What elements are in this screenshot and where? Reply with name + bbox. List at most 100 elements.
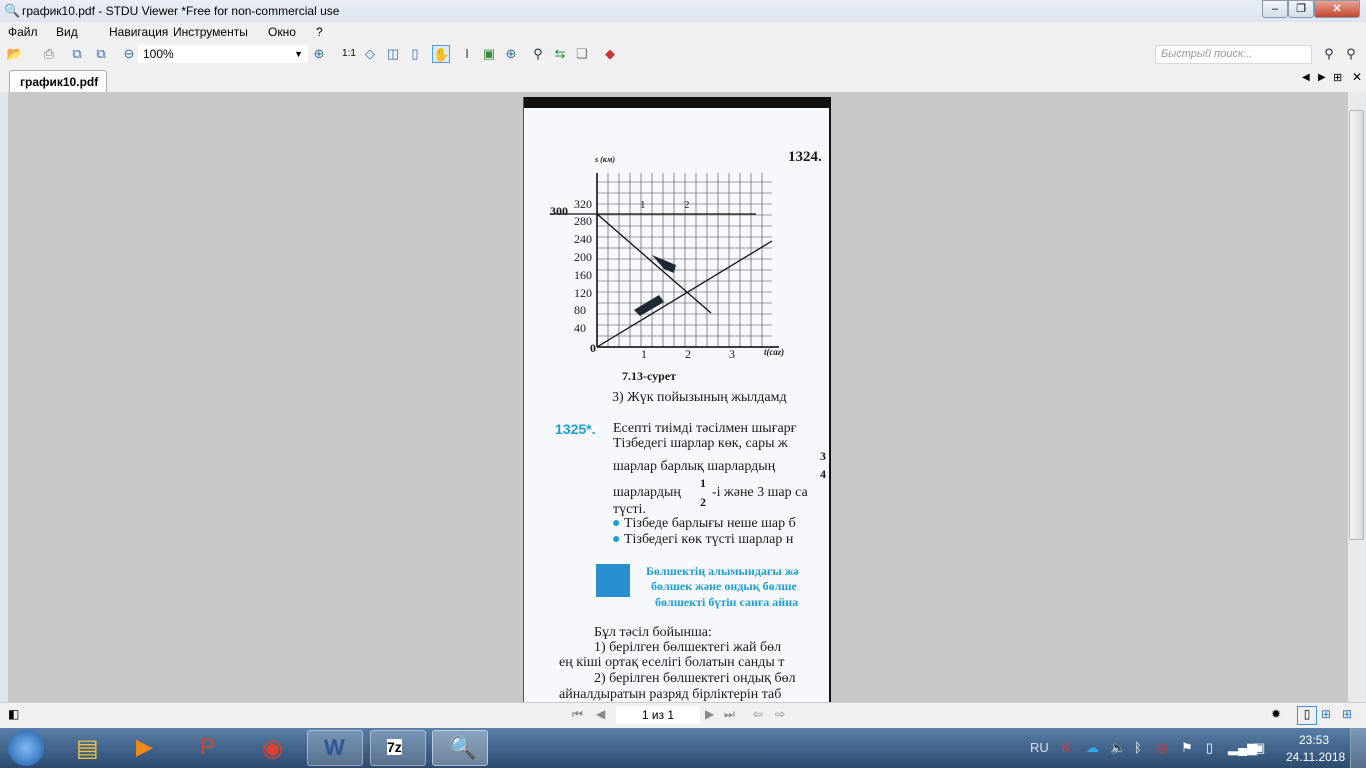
word-icon[interactable]: W bbox=[307, 730, 363, 766]
menu-window[interactable]: Окно bbox=[268, 25, 296, 39]
x-tick: 0 bbox=[590, 341, 596, 355]
quick-search-input[interactable]: Быстрый поиск... bbox=[1155, 45, 1312, 64]
bullet-text: Тізбедегі көк түсті шарлар н bbox=[623, 532, 794, 547]
action-center-icon[interactable]: ⚑ bbox=[1181, 740, 1193, 756]
zoom-select[interactable]: 100% ▼ bbox=[138, 45, 308, 63]
y-tick: 280 bbox=[574, 214, 592, 229]
close-button[interactable]: ✕ bbox=[1314, 0, 1360, 18]
tab-close-icon[interactable]: ✕ bbox=[1352, 70, 1362, 84]
body-text: 2) берілген бөлшектегі ондық бөл bbox=[594, 671, 796, 686]
bullet-text: Тізбеде барлығы неше шар б bbox=[623, 516, 796, 531]
problem-number-1324: 1324. bbox=[788, 149, 822, 165]
zoom-select-icon[interactable]: ⊕ bbox=[502, 45, 520, 63]
text-select-icon[interactable]: I bbox=[458, 45, 476, 63]
zoom-out-icon[interactable]: ⊖ bbox=[120, 45, 138, 63]
zoom-value: 100% bbox=[143, 47, 174, 61]
scrollbar-thumb[interactable] bbox=[1349, 110, 1364, 540]
7zip-icon[interactable]: 7z bbox=[370, 730, 426, 766]
y-tick: 320 bbox=[574, 196, 592, 211]
x-tick: 1 bbox=[641, 347, 647, 361]
book-icon bbox=[596, 564, 630, 597]
menu-view[interactable]: Вид bbox=[56, 25, 78, 39]
chevron-down-icon: ▼ bbox=[294, 49, 303, 59]
menu-navigation[interactable]: Навигация bbox=[109, 25, 168, 39]
menu-tools[interactable]: Инструменты bbox=[173, 25, 248, 39]
clock-time[interactable]: 23:53 bbox=[1299, 733, 1329, 747]
explorer-icon[interactable]: ▤ bbox=[62, 730, 118, 766]
forward-icon[interactable]: ⇨ bbox=[775, 707, 785, 721]
zoom-in-icon[interactable]: ⊕ bbox=[310, 45, 328, 63]
body-text: айналдыратын разряд бірліктерін таб bbox=[559, 687, 782, 702]
stdu-viewer-icon[interactable]: 🔍 bbox=[432, 730, 488, 766]
powerpoint-icon[interactable]: P bbox=[184, 730, 240, 766]
menu-file[interactable]: Файл bbox=[8, 25, 38, 39]
y-tick: 200 bbox=[574, 250, 592, 264]
bullet-icon: ● bbox=[612, 532, 621, 547]
media-player-icon[interactable]: ▶ bbox=[120, 730, 176, 766]
print-icon[interactable]: ⎙ bbox=[40, 45, 58, 63]
brightness-icon[interactable]: ✹ bbox=[1271, 707, 1281, 721]
fit-page-icon[interactable]: ◇ bbox=[361, 45, 379, 63]
y-tick: 40 bbox=[574, 321, 586, 336]
two-page-icon[interactable]: ⊞ bbox=[1321, 707, 1331, 721]
line-label: 2 bbox=[684, 199, 690, 211]
menu-help[interactable]: ? bbox=[316, 25, 323, 39]
line-label: 1 bbox=[640, 199, 646, 211]
swap-icon[interactable]: ⇆ bbox=[551, 45, 569, 63]
fraction-numerator: 1 bbox=[700, 476, 706, 490]
actual-size-button[interactable]: 1:1 bbox=[340, 45, 358, 63]
kaspersky-icon[interactable]: K bbox=[1062, 740, 1071, 755]
problem-text: Есепті тиімді тәсілмен шығарғ bbox=[613, 421, 797, 436]
start-button[interactable] bbox=[8, 730, 44, 766]
clock-date[interactable]: 24.11.2018 bbox=[1286, 750, 1345, 764]
tab-next-icon[interactable]: ▶ bbox=[1318, 72, 1326, 83]
image-select-icon[interactable]: ▣ bbox=[480, 45, 498, 63]
display-icon[interactable]: ▣ bbox=[1253, 740, 1265, 756]
tab-document[interactable]: график10.pdf bbox=[9, 70, 107, 92]
copy-icon[interactable]: ❏ bbox=[573, 45, 591, 63]
x-axis-label: t(сағ) bbox=[764, 347, 785, 357]
page-number-input[interactable]: 1 из 1 bbox=[616, 706, 700, 724]
search-prev-icon[interactable]: ⚲ bbox=[1320, 45, 1338, 63]
y-marker-300: 300 bbox=[550, 204, 568, 218]
pdf-page: s (км) t(сағ) 300 0 1 2 3 1 2 7.13-сурет… bbox=[523, 97, 831, 702]
fit-width-icon[interactable]: ◫ bbox=[384, 45, 402, 63]
last-page-icon[interactable]: ⏭ bbox=[724, 707, 735, 722]
y-tick: 160 bbox=[574, 267, 592, 282]
cloud-icon[interactable]: ☁ bbox=[1086, 740, 1099, 756]
hand-tool-icon[interactable]: ✋ bbox=[432, 45, 450, 63]
maximize-button[interactable]: ❐ bbox=[1288, 0, 1314, 18]
x-tick: 2 bbox=[685, 347, 691, 361]
menu-bar: Файл Вид Навигация Инструменты Окно ? bbox=[0, 22, 1366, 42]
continuous-icon[interactable]: ⊞ bbox=[1342, 707, 1352, 721]
first-page-icon[interactable]: ⏮ bbox=[572, 707, 583, 722]
find-icon[interactable]: ⚲ bbox=[529, 45, 547, 63]
volume-icon[interactable]: 🔈 bbox=[1110, 740, 1126, 756]
app-icon: 🔍 bbox=[4, 3, 21, 18]
prev-page-icon[interactable]: ⧉ bbox=[68, 45, 86, 63]
app-tray-icon[interactable]: ◎ bbox=[1157, 740, 1168, 756]
next-page-icon[interactable]: ▶ bbox=[705, 707, 714, 721]
show-desktop-button[interactable] bbox=[1350, 728, 1366, 768]
single-page-icon[interactable]: ▯ bbox=[1297, 706, 1317, 725]
sidebar-toggle-icon[interactable]: ◧ bbox=[8, 707, 19, 721]
language-indicator[interactable]: RU bbox=[1030, 740, 1049, 755]
fraction-denominator: 4 bbox=[820, 467, 826, 481]
prev-page-icon[interactable]: ◀ bbox=[596, 707, 605, 721]
bookmark-icon[interactable]: ◆ bbox=[601, 45, 619, 63]
y-axis-label: s (км) bbox=[595, 155, 615, 164]
tab-list-icon[interactable]: ⊞ bbox=[1333, 71, 1342, 84]
fit-height-icon[interactable]: ▯ bbox=[406, 45, 424, 63]
truck-icon bbox=[634, 295, 664, 316]
back-icon[interactable]: ⇦ bbox=[753, 707, 763, 721]
open-folder-icon[interactable]: 📂 bbox=[6, 45, 24, 63]
battery-icon[interactable]: ▯ bbox=[1206, 740, 1213, 756]
search-next-icon[interactable]: ⚲ bbox=[1342, 45, 1360, 63]
chrome-icon[interactable]: ◉ bbox=[246, 730, 302, 766]
next-page-icon[interactable]: ⧉ bbox=[92, 45, 110, 63]
minimize-button[interactable]: – bbox=[1262, 0, 1288, 18]
problem-number-1325: 1325*. bbox=[555, 421, 596, 437]
fraction-numerator: 3 bbox=[820, 449, 826, 463]
tab-prev-icon[interactable]: ◀ bbox=[1302, 72, 1310, 83]
bluetooth-icon[interactable]: ᛒ bbox=[1134, 740, 1142, 755]
